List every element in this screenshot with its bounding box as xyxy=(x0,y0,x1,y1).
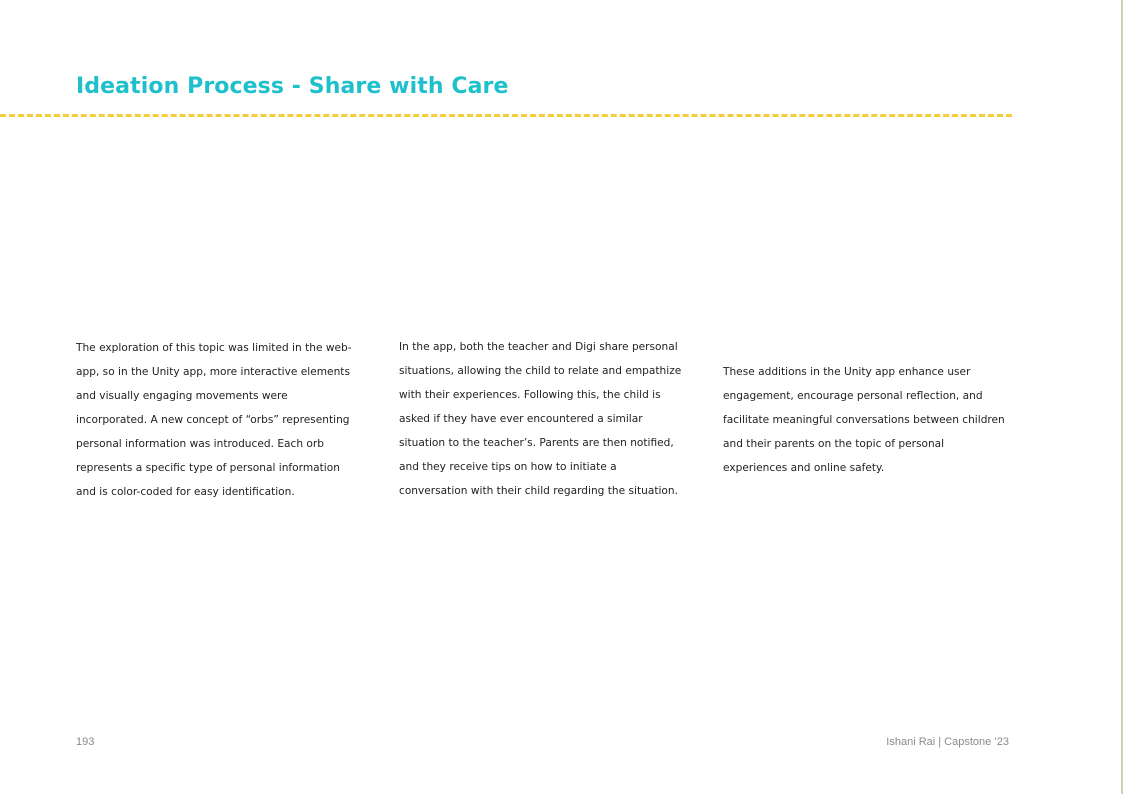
document-page: Ideation Process - Share with Care The e… xyxy=(0,0,1123,794)
footer-credit: Ishani Rai | Capstone ’23 xyxy=(886,736,1009,748)
page-number: 193 xyxy=(76,736,95,748)
dashed-divider xyxy=(0,114,1012,117)
page-title: Ideation Process - Share with Care xyxy=(76,74,509,99)
body-column-1: The exploration of this topic was limite… xyxy=(76,342,352,498)
body-column-3: These additions in the Unity app enhance… xyxy=(723,366,1005,474)
body-column-2: In the app, both the teacher and Digi sh… xyxy=(399,341,682,497)
